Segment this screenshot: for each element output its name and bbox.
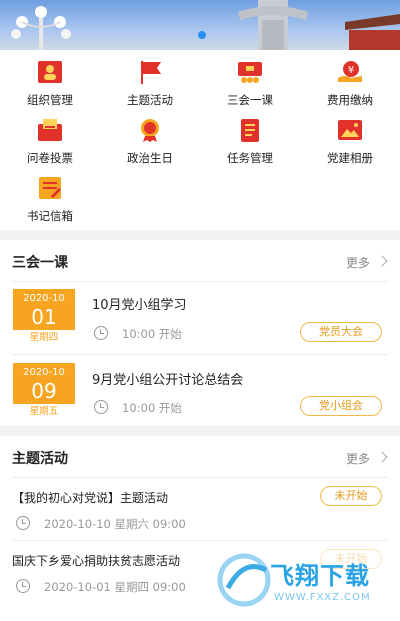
section-title: 主题活动 bbox=[12, 451, 68, 467]
clock-icon bbox=[16, 579, 30, 593]
divider bbox=[12, 354, 388, 355]
meeting-title: 10月党小组学习 bbox=[92, 298, 187, 313]
grid-item-label: 组织管理 bbox=[27, 93, 73, 107]
watermark-url: WWW.FXXZ.COM bbox=[274, 592, 371, 603]
grid-item-label: 党建相册 bbox=[327, 151, 373, 165]
huabiao-pillar-image bbox=[238, 0, 308, 50]
meeting-type-tag[interactable]: 党员大会 bbox=[300, 322, 382, 342]
mailbox-icon bbox=[39, 177, 61, 199]
grid-item-theme-activity[interactable]: 主题活动 bbox=[100, 54, 200, 110]
flag-icon bbox=[141, 61, 161, 84]
grid-item-label: 三会一课 bbox=[227, 93, 273, 107]
divider bbox=[12, 540, 388, 541]
divider bbox=[12, 477, 388, 478]
carousel-indicator-dot[interactable] bbox=[198, 31, 206, 39]
meeting-time: 10:00 开始 bbox=[122, 327, 182, 341]
date-weekday: 星期五 bbox=[13, 404, 75, 419]
task-icon bbox=[241, 119, 259, 142]
grid-item-label: 问卷投票 bbox=[27, 151, 73, 165]
banner-carousel[interactable] bbox=[0, 0, 400, 50]
album-icon bbox=[338, 120, 362, 140]
section-title: 三会一课 bbox=[12, 255, 68, 271]
grid-item-label: 政治生日 bbox=[127, 151, 173, 165]
payment-icon: ¥ bbox=[338, 61, 362, 82]
clock-icon bbox=[16, 516, 30, 530]
watermark-text: 飞翔下载 bbox=[270, 562, 370, 590]
grid-item-label: 书记信箱 bbox=[27, 209, 73, 223]
grid-item-mailbox[interactable]: 书记信箱 bbox=[0, 170, 100, 226]
vote-icon bbox=[38, 119, 62, 141]
date-badge: 2020-10 01 星期四 bbox=[13, 289, 75, 345]
grid-item-album[interactable]: 党建相册 bbox=[300, 112, 400, 168]
red-building-image bbox=[345, 14, 400, 50]
divider bbox=[12, 281, 388, 282]
function-grid: 组织管理 主题活动 三会一课 ¥ 费用缴纳 问卷投票 政治生日 任务管理 党建相… bbox=[0, 50, 400, 230]
grid-item-birthday[interactable]: 政治生日 bbox=[100, 112, 200, 168]
date-year-month: 2020-10 bbox=[23, 293, 65, 304]
chevron-right-icon[interactable] bbox=[376, 255, 388, 267]
meeting-title: 9月党小组公开讨论总结会 bbox=[92, 373, 244, 388]
activity-status-tag[interactable]: 未开始 bbox=[320, 486, 382, 506]
activity-time: 2020-10-10 星期六 09:00 bbox=[44, 517, 186, 531]
more-link[interactable]: 更多 bbox=[346, 254, 370, 271]
date-day: 09 bbox=[31, 379, 57, 403]
date-badge: 2020-10 09 星期五 bbox=[13, 363, 75, 419]
clock-icon bbox=[94, 326, 108, 340]
meeting-time: 10:00 开始 bbox=[122, 401, 182, 415]
grid-item-meeting[interactable]: 三会一课 bbox=[200, 54, 300, 110]
activity-time: 2020-10-01 星期四 09:00 bbox=[44, 580, 186, 594]
grid-item-payment[interactable]: ¥ 费用缴纳 bbox=[300, 54, 400, 110]
lamp-post-image bbox=[11, 6, 71, 50]
grid-item-label: 任务管理 bbox=[227, 151, 273, 165]
grid-item-label: 费用缴纳 bbox=[327, 93, 373, 107]
activity-title: 国庆下乡爱心捐助扶贫志愿活动 bbox=[12, 554, 181, 568]
clock-icon bbox=[94, 400, 108, 414]
grid-item-org[interactable]: 组织管理 bbox=[0, 54, 100, 110]
more-link[interactable]: 更多 bbox=[346, 450, 370, 467]
activity-title: 【我的初心对党说】主题活动 bbox=[12, 491, 169, 505]
meeting-type-tag[interactable]: 党小组会 bbox=[300, 396, 382, 416]
svg-text:¥: ¥ bbox=[348, 65, 354, 76]
date-day: 01 bbox=[31, 305, 57, 329]
meetings-section: 三会一课 更多 2020-10 01 星期四 10月党小组学习 10:00 开始… bbox=[0, 240, 400, 426]
grid-item-vote[interactable]: 问卷投票 bbox=[0, 112, 100, 168]
org-icon bbox=[38, 61, 62, 83]
date-weekday: 星期四 bbox=[13, 330, 75, 345]
grid-item-label: 主题活动 bbox=[127, 93, 173, 107]
chevron-right-icon[interactable] bbox=[376, 451, 388, 463]
grid-item-task[interactable]: 任务管理 bbox=[200, 112, 300, 168]
date-year-month: 2020-10 bbox=[23, 367, 65, 378]
badge-icon bbox=[141, 119, 159, 142]
meeting-icon bbox=[238, 62, 262, 83]
